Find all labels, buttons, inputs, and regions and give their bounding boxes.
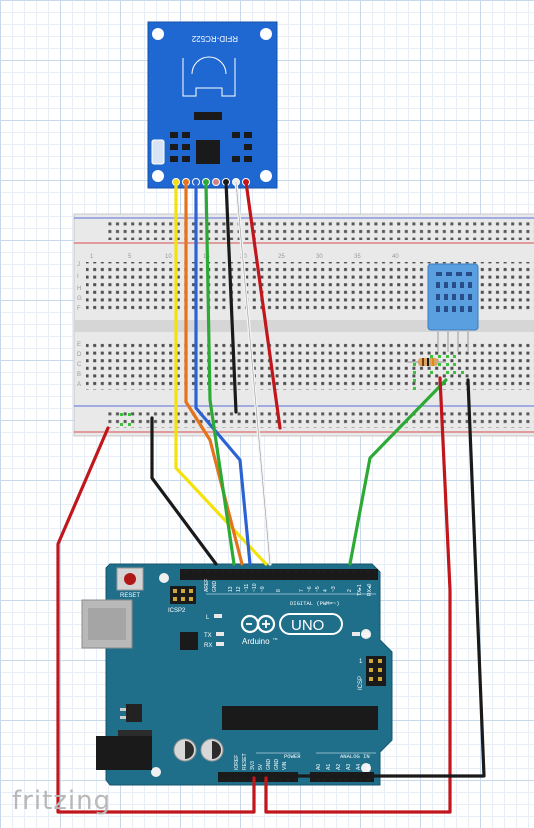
dc-power-jack (96, 736, 152, 770)
mount-hole (159, 573, 169, 583)
column-number-25: 25 (278, 254, 285, 260)
reset-button-cap[interactable] (124, 573, 136, 585)
atmega-chip (222, 706, 378, 730)
pin-label-tx1: TX▸1 (357, 584, 363, 596)
digital-header-label: DIGITAL (PWM=~) (290, 600, 340, 607)
row-label-f: F (77, 306, 81, 312)
mount-hole (152, 170, 164, 182)
arduino-uno[interactable]: RESET ICSP2 DIGITAL (PWM=~) AREF GND 13 … (81, 563, 393, 786)
wire-gnd-rail-black[interactable] (150, 416, 218, 566)
voltage-regulator (126, 704, 142, 722)
mount-hole (260, 28, 272, 40)
pin-label-8: 8 (276, 589, 282, 592)
analog-header-label: ANALOG IN (340, 753, 370, 760)
pin-label-reset: RESET (242, 753, 248, 770)
pin-label-a0: A0 (316, 764, 322, 770)
pin-label-4: 4 (323, 589, 329, 592)
row-label-d: D (77, 352, 82, 358)
pin-label-13: 13 (228, 586, 234, 592)
mount-hole (152, 28, 164, 40)
pin-label-10: ~10 (252, 583, 258, 592)
pin-label-vin: VIN (282, 761, 288, 770)
row-label-j: J (77, 262, 80, 268)
power-header-label: POWER (284, 753, 301, 760)
arduino-wordmark: Arduino (242, 637, 270, 646)
led-l (214, 614, 222, 618)
row-label-c: C (77, 362, 82, 368)
pin-label-a1: A1 (326, 764, 332, 770)
pin-label-a3: A3 (346, 764, 352, 770)
pin-label-9: ~9 (260, 586, 266, 592)
icsp-label: ICSP (358, 676, 364, 690)
reset-label: RESET (120, 593, 140, 599)
pin-label-5: ~5 (315, 586, 321, 592)
column-number-30: 30 (316, 254, 323, 260)
led-rx (216, 642, 224, 646)
led-on-label: ON (362, 633, 371, 639)
top-rail-holes (108, 222, 534, 240)
pin-label-gnd-1: GND (266, 759, 272, 771)
row-label-b: B (77, 372, 81, 378)
rfid-rc522-module[interactable]: RFID-RC522 (147, 21, 278, 189)
mount-hole (151, 767, 161, 777)
pin-label-6: ~6 (307, 586, 313, 592)
row-label-e: E (77, 342, 81, 348)
fritzing-watermark: fritzing (12, 786, 112, 816)
row-label-a: A (77, 382, 81, 388)
column-number-10: 10 (165, 254, 172, 260)
rfid-label: RFID-RC522 (191, 34, 238, 43)
pin-label-7: 7 (299, 589, 305, 592)
pin-label-ioref: IOREF (234, 755, 240, 770)
usb-controller-chip (180, 632, 198, 650)
row-label-h: H (77, 286, 81, 292)
pin-label-aref: AREF (204, 579, 210, 592)
circuit-canvas: J I H G F E D C B A 1 5 10 15 20 25 30 3… (56, 21, 534, 814)
column-number-35: 35 (354, 254, 361, 260)
mount-hole (260, 170, 272, 182)
pin-label-3v3: 3V3 (250, 761, 256, 770)
column-number-40: 40 (392, 254, 399, 260)
icsp2-label: ICSP2 (168, 608, 186, 614)
led-tx (216, 632, 224, 636)
led-rx-label: RX (204, 643, 212, 649)
pin-label-a4: A4 (356, 764, 362, 770)
pin-label-rx0: RX◂0 (367, 584, 373, 596)
rfid-crystal (151, 139, 165, 165)
pin-label-5v: 5V (258, 763, 264, 770)
pin-label-12: 12 (236, 586, 242, 592)
row-label-g: G (77, 296, 82, 302)
arduino-trademark: TM (273, 637, 278, 641)
led-tx-label: TX (204, 633, 212, 639)
led-on (352, 632, 360, 636)
pin-label-a5: A5 (366, 764, 372, 770)
pin-label-a2: A2 (336, 764, 342, 770)
uno-badge-label: UNO (291, 617, 324, 634)
pin-label-11: ~11 (244, 584, 250, 592)
pin-label-gnd: GND (212, 581, 218, 593)
pin-label-3: ~3 (331, 586, 337, 592)
pin-label-gnd-2: GND (274, 759, 280, 771)
pin-label-2: 2 (347, 589, 353, 592)
